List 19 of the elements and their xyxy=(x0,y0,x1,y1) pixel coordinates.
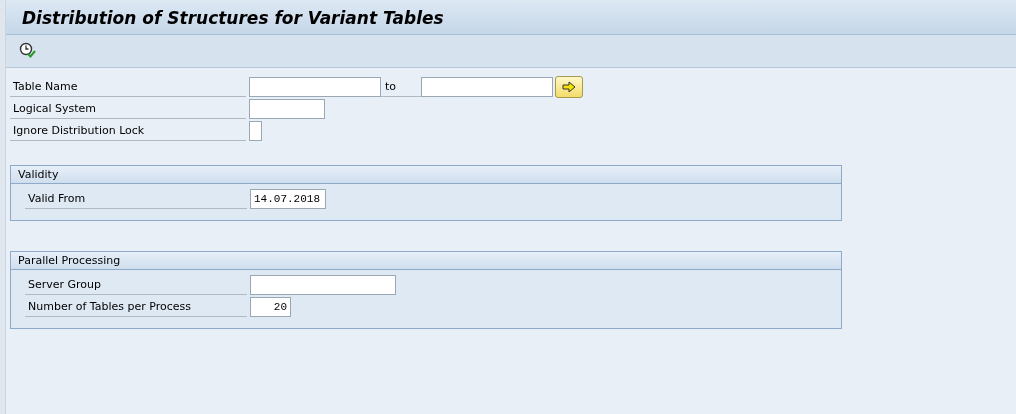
field-label: Ignore Distribution Lock xyxy=(10,121,246,141)
field-label: Valid From xyxy=(25,189,247,209)
field-label: Number of Tables per Process xyxy=(25,297,247,317)
arrow-icon xyxy=(562,81,576,93)
input-field[interactable] xyxy=(421,77,553,97)
input-field[interactable] xyxy=(249,99,325,119)
group-title: Validity xyxy=(11,166,841,184)
field-label: Table Name xyxy=(10,77,246,97)
field-label: Server Group xyxy=(25,275,247,295)
checkbox[interactable] xyxy=(249,121,262,141)
input-field[interactable] xyxy=(249,77,381,97)
group-title: Parallel Processing xyxy=(11,252,841,270)
input-field[interactable]: 14.07.2018 xyxy=(250,189,326,209)
window-title: Distribution of Structures for Variant Tables xyxy=(22,8,444,28)
execute-clock-icon[interactable] xyxy=(19,42,36,58)
input-field[interactable]: 20 xyxy=(250,297,291,317)
input-field[interactable] xyxy=(250,275,396,295)
multiple-selection-button[interactable] xyxy=(555,76,583,98)
field-label: Logical System xyxy=(10,99,246,119)
